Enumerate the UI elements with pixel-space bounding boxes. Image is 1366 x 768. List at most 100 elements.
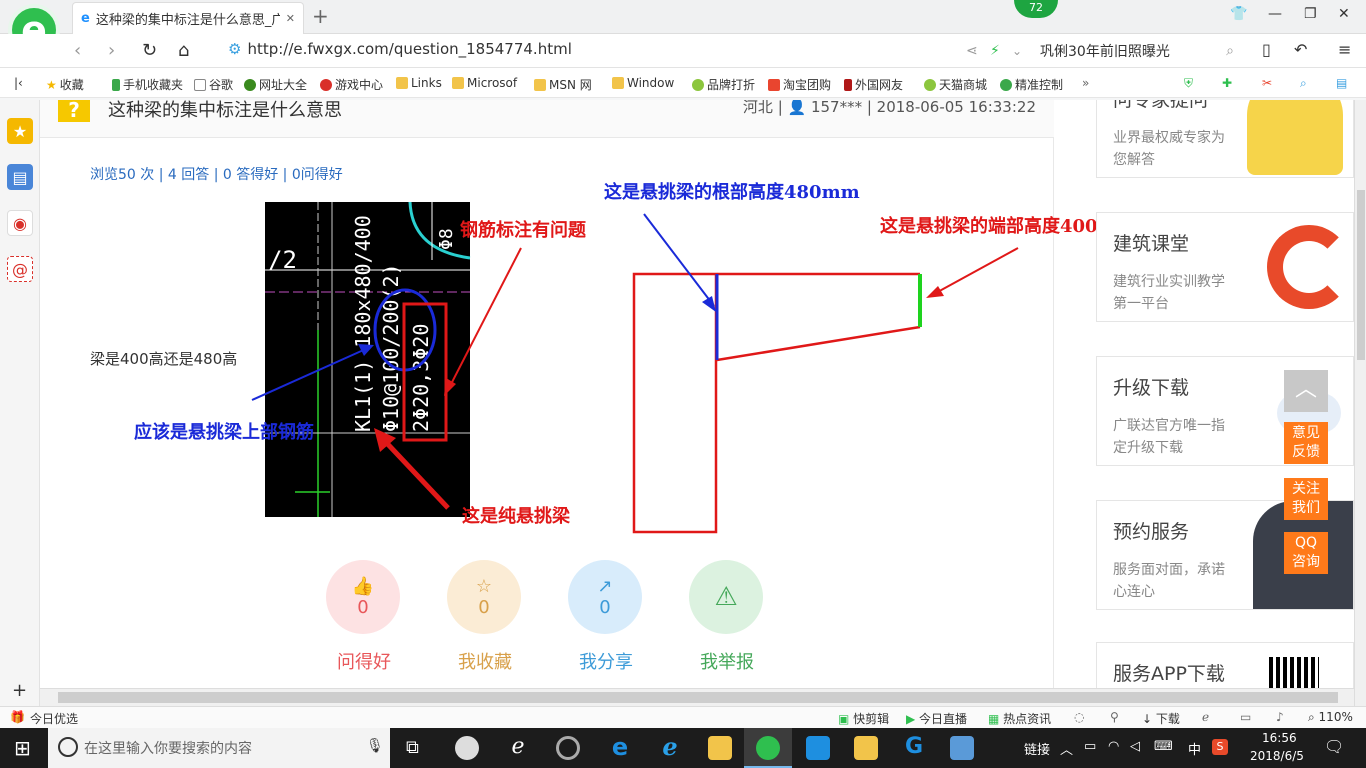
more-bookmarks-icon[interactable]: »	[1082, 76, 1089, 90]
clock-time[interactable]: 16:56	[1262, 731, 1297, 745]
window-icon[interactable]: ▭	[1240, 710, 1251, 724]
report-button[interactable]: ⚠ 我举报	[689, 560, 765, 674]
chevron-down-icon[interactable]: ⌄	[1012, 44, 1022, 58]
back-to-top-button[interactable]: ︿	[1284, 370, 1328, 412]
feedback-button[interactable]: 意见反馈	[1284, 422, 1328, 464]
wifi-icon[interactable]: ◠	[1108, 739, 1119, 754]
app-ie-icon[interactable]: ℯ	[658, 735, 682, 760]
task-view-icon[interactable]: ⧉	[406, 737, 419, 758]
ie-mode-icon[interactable]: ℯ	[1202, 710, 1209, 724]
add-sidebar-icon[interactable]: +	[12, 680, 27, 701]
weibo-icon[interactable]: ◉	[7, 210, 33, 236]
app-screen-icon[interactable]	[950, 736, 974, 760]
app-browser-active[interactable]	[744, 728, 792, 768]
speedup-icon[interactable]: ◌	[1074, 710, 1084, 724]
bookmark-item[interactable]: 品牌打折	[692, 76, 755, 93]
sound-icon[interactable]: ♪	[1276, 710, 1284, 724]
status-item[interactable]: ▣ 快剪辑	[838, 710, 889, 727]
vertical-scroll-thumb[interactable]	[1357, 190, 1365, 360]
favorite-button[interactable]: ☆ 0 我收藏	[447, 560, 523, 674]
tab-active[interactable]: e 这种梁的集中标注是什么意思_广 ✕	[72, 2, 304, 34]
app-edge-icon[interactable]: e	[608, 735, 632, 760]
app-blue-icon[interactable]	[806, 736, 830, 760]
undo-icon[interactable]: ↶	[1294, 40, 1307, 59]
app-notes-icon[interactable]	[854, 736, 878, 760]
new-tab-button[interactable]: +	[312, 4, 329, 28]
zoom-level[interactable]: ⌕ 110%	[1308, 710, 1353, 725]
ime-indicator[interactable]: 中	[1188, 739, 1201, 758]
translate-icon[interactable]: ✚	[1222, 76, 1232, 90]
bookmark-item[interactable]: 淘宝团购	[768, 76, 831, 93]
reload-icon[interactable]: ↻	[142, 40, 157, 61]
status-item[interactable]: ↓ 下载	[1142, 710, 1180, 727]
search-input[interactable]: 巩俐30年前旧照曝光	[1040, 41, 1170, 61]
sidebar-toggle-icon[interactable]: |‹	[14, 76, 23, 90]
like-button[interactable]: 👍 0 问得好	[326, 560, 402, 674]
windows-start-icon[interactable]: ⊞	[14, 736, 31, 760]
bookmark-item[interactable]: 手机收藏夹	[112, 76, 183, 93]
bookmark-item[interactable]: 游戏中心	[320, 76, 383, 93]
vertical-scrollbar[interactable]	[1354, 100, 1366, 706]
app-pinwheel-icon[interactable]	[455, 736, 479, 760]
battery-icon[interactable]: ▭	[1084, 739, 1096, 754]
bookmark-item[interactable]: Links	[396, 76, 442, 90]
bookmark-item[interactable]: ★ 收藏	[46, 76, 84, 93]
volume-icon[interactable]: ◁	[1130, 739, 1140, 754]
bookmark-item[interactable]: 谷歌	[194, 76, 233, 93]
status-item[interactable]: ▶ 今日直播	[906, 710, 967, 727]
lightning-icon[interactable]: ⚡	[990, 43, 1000, 59]
sogou-icon[interactable]: S	[1212, 739, 1228, 755]
clock-date[interactable]: 2018/6/5	[1250, 749, 1304, 763]
close-window-icon[interactable]: ✕	[1338, 6, 1350, 22]
tab-close-icon[interactable]: ✕	[286, 12, 295, 25]
bookmark-item[interactable]: 天猫商城	[924, 76, 987, 93]
notification-badge[interactable]: 72	[1014, 0, 1058, 18]
app-spiral-icon[interactable]	[556, 736, 580, 760]
menu-icon[interactable]: ≡	[1338, 40, 1351, 59]
taskbar-search-input[interactable]: 在这里输入你要搜索的内容	[84, 738, 252, 758]
links-toolbar[interactable]: 链接	[1024, 739, 1050, 758]
taskbar-search[interactable]: 在这里输入你要搜索的内容 🎙	[48, 728, 390, 768]
app-ie-alt-icon[interactable]: ℯ	[506, 736, 530, 760]
follow-button[interactable]: 关注我们	[1284, 478, 1328, 520]
share-icon[interactable]: ⋖	[966, 43, 978, 59]
app-explorer-icon[interactable]	[708, 736, 732, 760]
scissors-icon[interactable]: ✂	[1262, 76, 1272, 90]
maximize-icon[interactable]: ❐	[1304, 6, 1317, 22]
microphone-icon[interactable]: 🎙	[366, 738, 384, 754]
today-picks-link[interactable]: 今日优选	[30, 710, 78, 727]
ask-expert-card[interactable]: 问专家提问 业界最权威专家为您解答	[1096, 100, 1354, 178]
forward-icon[interactable]: ›	[108, 40, 115, 61]
bookmark-item[interactable]: 外国网友	[844, 76, 903, 93]
app-g-icon[interactable]: G	[902, 736, 926, 760]
course-card[interactable]: 建筑课堂 建筑行业实训教学第一平台	[1096, 212, 1354, 322]
phone-icon[interactable]: ▯	[1262, 40, 1271, 59]
status-item[interactable]: ▦ 热点资讯	[988, 710, 1051, 727]
bookmark-item[interactable]: 网址大全	[244, 76, 307, 93]
share-button[interactable]: ↗ 0 我分享	[568, 560, 644, 674]
notification-icon[interactable]: 🗨	[1324, 737, 1344, 756]
minimize-icon[interactable]: —	[1268, 6, 1282, 22]
search-box[interactable]: 巩俐30年前旧照曝光 ⌕	[1040, 38, 1240, 64]
search-icon[interactable]: ⌕	[1300, 76, 1307, 91]
bookmark-item[interactable]: Microsof	[452, 76, 517, 90]
search-icon[interactable]: ⌕	[1226, 43, 1234, 59]
qq-consult-button[interactable]: QQ咨询	[1284, 532, 1328, 574]
bookmark-item[interactable]: MSN 网	[534, 76, 592, 93]
reader-icon[interactable]: ▤	[7, 164, 33, 190]
favorites-icon[interactable]: ★	[7, 118, 33, 144]
horizontal-scrollbar[interactable]	[40, 688, 1354, 706]
tray-expand-icon[interactable]: ︿	[1060, 739, 1073, 758]
bookmark-item[interactable]: Window	[612, 76, 674, 90]
shirt-icon[interactable]: 👕	[1230, 6, 1247, 22]
pin-icon[interactable]: ⚲	[1110, 710, 1119, 724]
shield-icon[interactable]: ⛨	[1184, 76, 1193, 91]
mail-icon[interactable]: @	[7, 256, 33, 282]
home-icon[interactable]: ⌂	[178, 40, 189, 61]
app-download-card[interactable]: 服务APP下载	[1096, 642, 1354, 688]
bookmark-item[interactable]: 精准控制	[1000, 76, 1063, 93]
menu-icon[interactable]: ▤	[1336, 76, 1347, 90]
horizontal-scroll-thumb[interactable]	[58, 692, 1338, 703]
back-icon[interactable]: ‹	[74, 40, 81, 61]
keyboard-icon[interactable]: ⌨	[1154, 739, 1173, 754]
